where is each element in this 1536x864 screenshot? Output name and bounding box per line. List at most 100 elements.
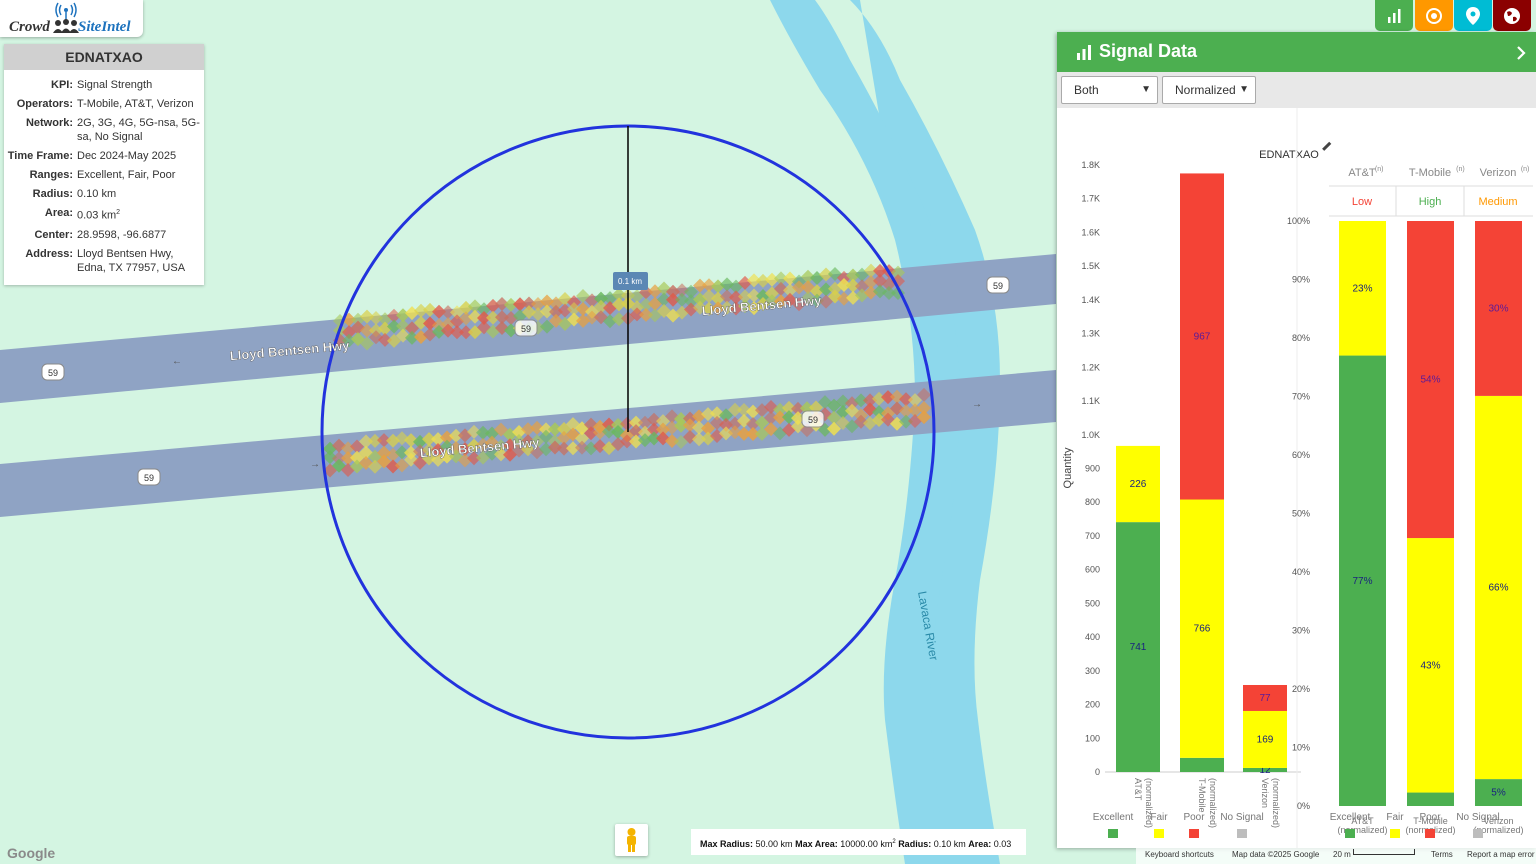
route-shield: 59 (514, 319, 538, 337)
y-tick-label: 1.5K (1081, 261, 1100, 271)
info-row: Center: 28.9598, -96.6877 (4, 228, 202, 247)
app-logo[interactable]: Crowd SiteIntel (0, 0, 143, 37)
operator-header-sup: (n) (1375, 166, 1384, 173)
info-key: Center: (34, 228, 73, 241)
svg-text:→: → (310, 459, 320, 470)
max-radius-label: Max Radius: (700, 839, 754, 849)
bar-data-label: 43% (1420, 660, 1440, 671)
info-row: Area: 0.03 km2 (4, 206, 202, 228)
info-value-text: 0.03 km (77, 209, 117, 222)
location-button[interactable] (1454, 0, 1492, 31)
chevron-right-icon[interactable] (1516, 46, 1526, 60)
report-error-link[interactable]: Report a map error (1467, 850, 1535, 859)
rating-label: Low (1352, 196, 1372, 208)
signal-charts: EDNATXAO 0 100 200 300 400 500 600 700 800 900 1.0K… (1062, 108, 1533, 848)
max-area-label: Max Area: (795, 839, 838, 849)
target-button[interactable] (1415, 0, 1453, 31)
radius-label: 0.1 km (618, 277, 642, 286)
y-tick-label: 1.8K (1081, 160, 1100, 170)
info-value: Lloyd Bentsen Hwy, Edna, TX 77957, USA (77, 247, 202, 280)
area-label: Area: (968, 839, 992, 849)
info-value: Signal Strength (77, 78, 202, 97)
y-tick-label: 60% (1292, 450, 1310, 460)
info-table: KPI: Signal Strength Operators: T-Mobile, A… (4, 78, 202, 280)
bar-segment (1180, 757, 1224, 772)
legend-label: Poor (1183, 812, 1205, 823)
logo-text-siteintel: SiteIntel (78, 19, 131, 35)
x-tick-label-line: T-Mobile (1197, 778, 1207, 813)
svg-text:59: 59 (144, 473, 154, 483)
svg-text:←: ← (172, 356, 182, 367)
info-value: 2G, 3G, 4G, 5G-nsa, 5G-sa, No Signal (77, 116, 202, 149)
max-area-value: 10000.00 km (840, 839, 893, 849)
operator-header: AT&T (1348, 167, 1376, 179)
terms-link[interactable]: Terms (1431, 850, 1453, 859)
crowd-icon (53, 19, 79, 33)
y-tick-label: 800 (1085, 497, 1100, 507)
info-row: Radius: 0.10 km (4, 187, 202, 206)
y-tick-label: 40% (1292, 567, 1310, 577)
chart-icon (1388, 8, 1401, 23)
chart-title: EDNATXAO (1259, 149, 1319, 161)
y-tick-label: 0 (1095, 767, 1100, 777)
y-tick-label: 30% (1292, 626, 1310, 636)
info-value: Dec 2024-May 2025 (77, 149, 202, 168)
bar-segment (1407, 792, 1454, 806)
y-tick-label: 20% (1292, 684, 1310, 694)
chevron-down-icon: ▼ (1141, 84, 1151, 95)
legend-label: Excellent (1093, 812, 1134, 823)
bar-data-label: 23% (1352, 283, 1372, 294)
y-tick-label: 400 (1085, 632, 1100, 642)
scale-bar (1353, 849, 1415, 855)
y-tick-label: 1.4K (1081, 295, 1100, 305)
area-limits-box: Max Radius: 50.00 km Max Area: 10000.00 … (691, 829, 1026, 855)
google-logo: Google (7, 845, 56, 861)
bar-data-label: 169 (1257, 734, 1274, 745)
x-tick-label-line: (normalized) (1271, 778, 1281, 828)
legend-label: Fair (1386, 812, 1404, 823)
info-row: KPI: Signal Strength (4, 78, 202, 97)
info-value: Excellent, Fair, Poor (77, 168, 202, 187)
legend-label: Poor (1419, 812, 1441, 823)
y-tick-label: 1.7K (1081, 194, 1100, 204)
street-view-button[interactable] (615, 824, 648, 856)
y-tick-label: 0% (1297, 801, 1310, 811)
x-tick-label-line: Verizon (1260, 778, 1270, 808)
y-tick-label: 80% (1292, 333, 1310, 343)
edit-icon-body (1322, 141, 1332, 151)
y-tick-label: 100% (1287, 216, 1310, 226)
legend-swatch (1390, 829, 1400, 838)
bar-data-label: 967 (1194, 331, 1211, 342)
keyboard-shortcuts-link[interactable]: Keyboard shortcuts (1145, 850, 1214, 859)
info-value-text: Excellent, Fair, Poor (77, 169, 176, 181)
y-tick-label: 1.1K (1081, 396, 1100, 406)
legend-swatch (1108, 829, 1118, 838)
info-value-text: Signal Strength (77, 79, 153, 91)
y-tick-label: 300 (1085, 666, 1100, 676)
operator-header-sup: (n) (1521, 166, 1530, 173)
info-panel: EDNATXAO KPI: Signal Strength Operators: T-… (4, 44, 204, 285)
y-tick-label: 10% (1292, 743, 1310, 753)
legend-label: Fair (1150, 812, 1168, 823)
legend-swatch (1345, 829, 1355, 838)
route-shield: 59 (986, 276, 1010, 294)
svg-text:→: → (972, 399, 982, 410)
svg-text:59: 59 (48, 368, 58, 378)
y-tick-label: 700 (1085, 531, 1100, 541)
globe-button[interactable] (1493, 0, 1531, 31)
info-value-text: T-Mobile, AT&T, Verizon (77, 98, 194, 110)
y-tick-label: 500 (1085, 598, 1100, 608)
mode-select[interactable]: Normalized ▼ (1162, 76, 1256, 104)
filter-select[interactable]: Both ▼ (1061, 76, 1158, 104)
svg-text:59: 59 (993, 281, 1003, 291)
bar-chart-icon (1077, 45, 1091, 60)
info-value: T-Mobile, AT&T, Verizon (77, 97, 202, 116)
route-shield: 59 (41, 363, 65, 381)
y-tick-label: 1.3K (1081, 329, 1100, 339)
route-shield: 59 (137, 468, 161, 486)
chart-button[interactable] (1375, 0, 1413, 31)
y-tick-label: 90% (1292, 275, 1310, 285)
logo-text-crowd: Crowd (9, 19, 50, 35)
info-key: Time Frame: (7, 150, 73, 162)
info-row: Ranges: Excellent, Fair, Poor (4, 168, 202, 187)
